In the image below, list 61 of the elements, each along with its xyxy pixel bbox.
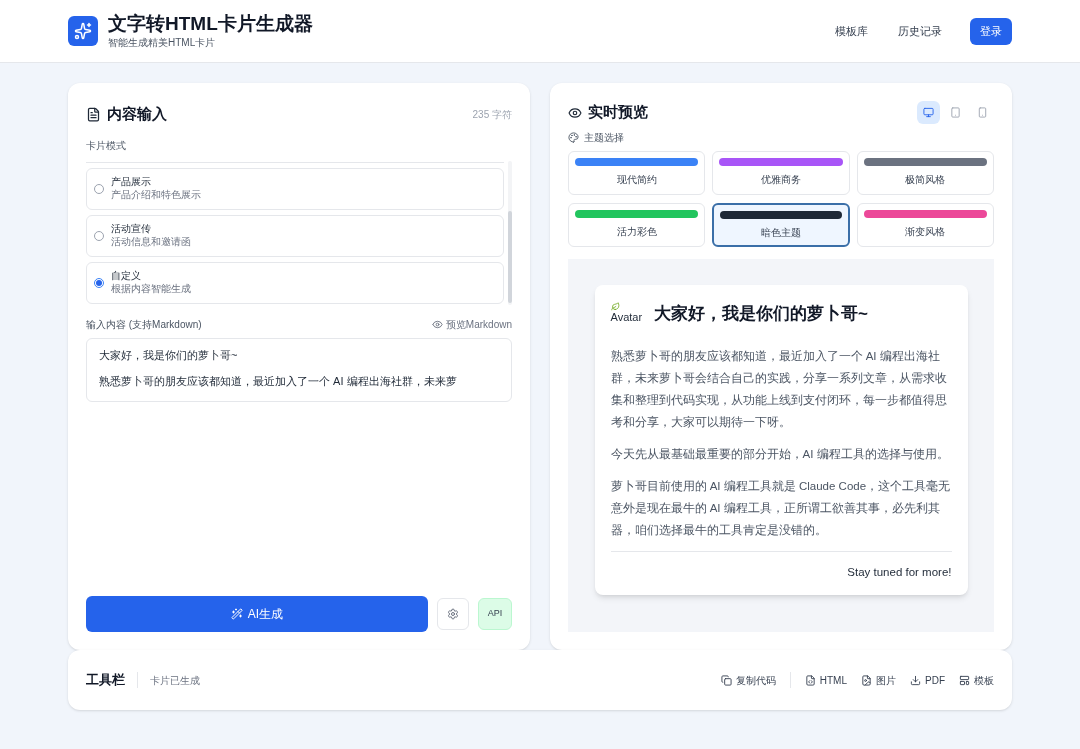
panel-title: 实时预览 [588,102,648,123]
toolbar-button[interactable]: 模板 [959,672,994,688]
device-toggle[interactable] [917,101,940,124]
status-text: 卡片已生成 [150,673,200,688]
card-paragraph: 今天先从最基础最重要的部分开始，AI 编程工具的选择与使用。 [610,446,950,462]
theme-option[interactable]: 极简风格 [856,151,994,195]
code-file-icon [804,674,816,686]
login-button[interactable]: 登录 [970,17,1012,45]
theme-option[interactable]: 优雅商务 [712,151,850,195]
toolbar-title: 工具栏 [86,671,125,690]
palette-icon [568,132,579,143]
download-icon [910,674,921,686]
toolbar-button[interactable]: PDF [910,672,945,688]
field-label: 主题选择 [584,131,624,145]
mode-description: 活动信息和邀请函 [111,235,191,248]
toolbar-button[interactable]: 复制代码 [720,672,776,688]
mode-description: 根据内容智能生成 [111,282,191,295]
mode-option[interactable]: 活动宣传 活动信息和邀请函 [86,214,504,257]
app-subtitle: 智能生成精美HTML卡片 [108,36,217,51]
preview-markdown-link[interactable]: 预览Markdown [431,316,512,332]
app-title: 文字转HTML卡片生成器 [108,11,313,36]
layout-icon [959,674,970,686]
mode-option[interactable]: 自定义 根据内容智能生成 [86,261,504,304]
toolbar-button[interactable]: 图片 [861,672,896,688]
mode-description: 产品介绍和特色展示 [111,188,201,201]
nav-link[interactable]: 历史记录 [890,22,950,40]
eye-icon [431,318,443,330]
theme-option[interactable]: 现代简约 [568,151,706,195]
api-button[interactable]: API [478,598,512,630]
tablet-icon [950,107,961,118]
broken-image-icon [610,302,620,312]
ai-generate-button[interactable]: AI生成 [86,596,428,632]
mode-option[interactable]: 产品展示 产品介绍和特色展示 [86,167,504,210]
logo-icon [68,16,98,46]
theme-option[interactable]: 渐变风格 [856,203,994,247]
theme-option[interactable]: 暗色主题 [712,203,850,247]
document-icon [86,106,101,122]
card-paragraph: 萝卜哥目前使用的 AI 编程工具就是 Claude Code，这个工具毫无意外是现在最牛的 AI 编程工具，正所谓工欲善其事，必先利其器，咱们选择最牛的工具肯定是没错的。 [610,478,952,538]
avatar-alt-text: Avatar [610,311,643,326]
mode-name: 活动宣传 [111,223,152,236]
content-textarea[interactable]: 大家好，我是你们的萝卜哥~ 熟悉萝卜哥的朋友应该都知道，最近加入了一个 AI 编程出海社群，未来萝 [86,337,512,402]
card-title: 大家好，我是你们的萝卜哥~ [654,303,869,325]
monitor-icon [923,107,934,118]
image-file-icon [861,674,872,686]
card-footer: Stay tuned for more! [847,563,952,581]
magic-wand-icon [230,608,243,620]
copy-icon [720,674,732,686]
phone-icon [977,107,988,118]
panel-title: 内容输入 [107,104,167,124]
mode-name: 产品展示 [111,176,152,189]
char-count: 235 字符 [472,107,512,122]
card-paragraph: 熟悉萝卜哥的朋友应该都知道，最近加入了一个 AI 编程出海社群，未来萝卜哥会结合自己的实践，分享一系列文章，从需求收集和整理到代码实现，从功能上线到支付闭环，每一步都值得思考和分享，大家可以期待一下呀。 [610,348,948,430]
toolbar-button[interactable]: HTML [804,672,847,688]
field-label: 输入内容 (支持Markdown) [86,317,202,332]
theme-option[interactable]: 活力彩色 [568,203,706,247]
settings-button[interactable] [437,598,469,630]
mode-name: 自定义 [111,270,142,283]
nav-link[interactable]: 模板库 [827,22,876,40]
field-label: 卡片模式 [86,138,127,153]
settings-icon [447,608,459,620]
eye-icon [568,105,582,120]
